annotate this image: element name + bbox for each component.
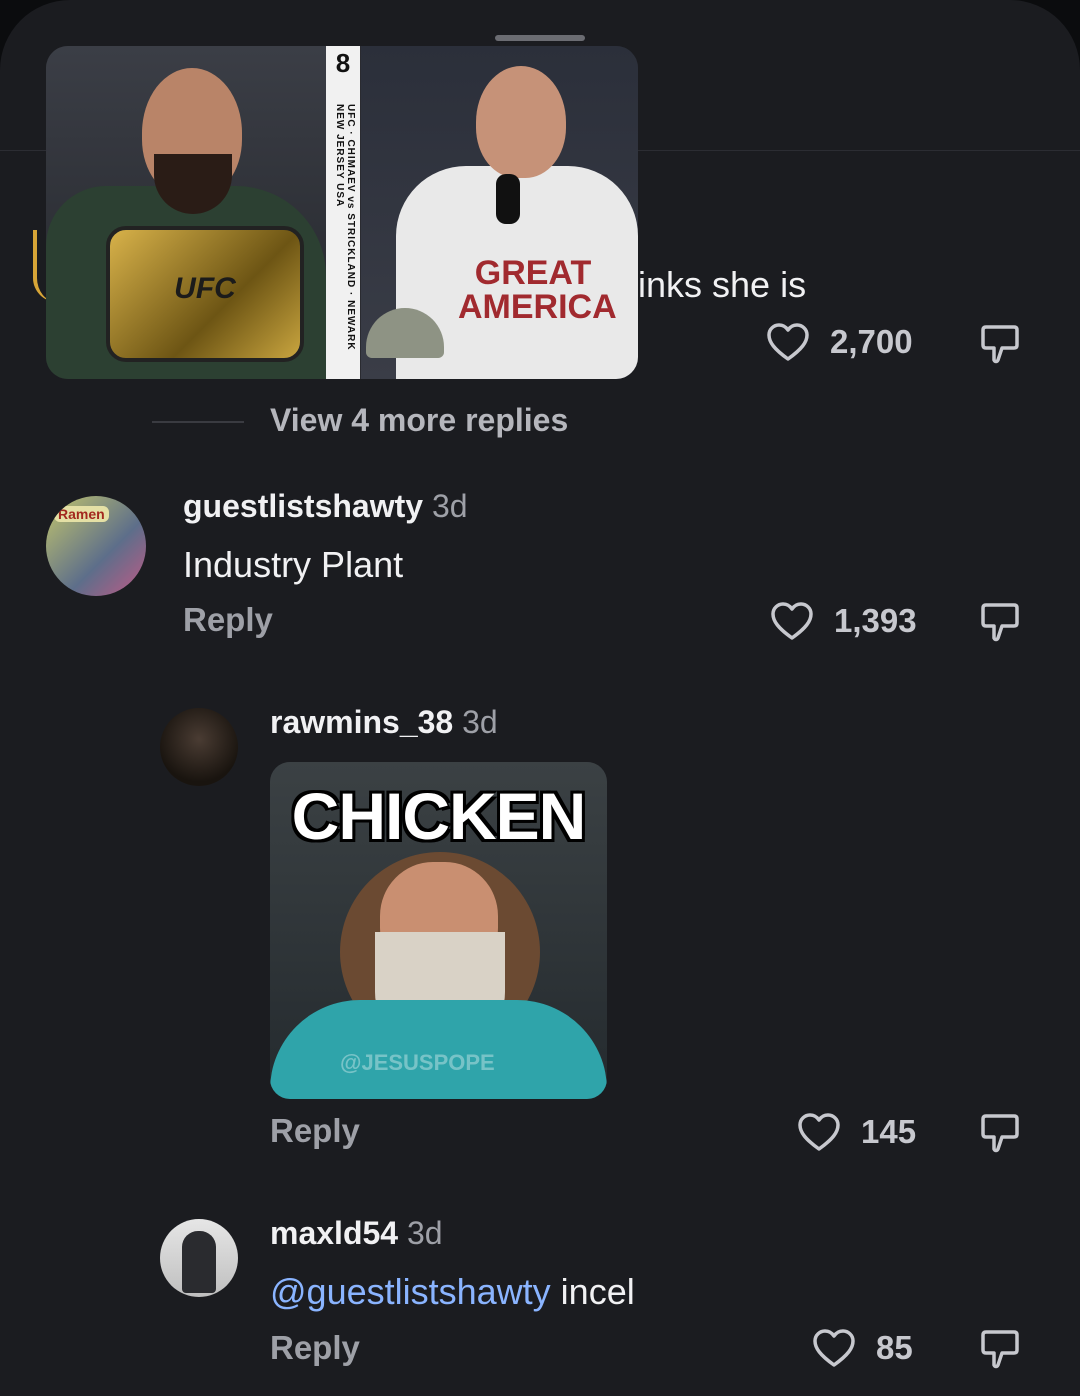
comments-sheet: UFC 8 UFC · CHIMAEV vs STRICKLAND · NEWA…: [0, 0, 1080, 1396]
timestamp: 3d: [406, 1215, 443, 1251]
shirt-print: GREAT AMERICA: [458, 254, 617, 326]
comment-text: Industry Plant: [183, 544, 404, 585]
comment-header: guestlistshawty 3d: [183, 488, 468, 525]
avatar-label: Ramen: [54, 506, 109, 522]
avatar-person: [182, 1231, 216, 1293]
thumbs-down-icon[interactable]: [980, 323, 1020, 365]
reply-button[interactable]: Reply: [270, 1112, 360, 1150]
like-count: 145: [861, 1113, 917, 1150]
gif-attachment[interactable]: CHICKEN @JESUSPOPE: [270, 762, 607, 1099]
truncated-comment-text: inks she is: [638, 264, 807, 305]
comment-body: incel: [560, 1271, 635, 1312]
view-more-replies-button[interactable]: View 4 more replies: [270, 402, 568, 439]
gif-watermark: @JESUSPOPE: [340, 1050, 495, 1075]
event-number: 8: [335, 48, 351, 78]
microphone: [496, 174, 520, 224]
heart-icon: [798, 1113, 840, 1151]
championship-belt: UFC: [106, 226, 304, 362]
like-count: 85: [876, 1329, 913, 1366]
replies-thread-line: [152, 421, 244, 423]
avatar[interactable]: Ramen: [46, 496, 146, 596]
reply-button[interactable]: Reply: [183, 601, 273, 639]
drag-handle[interactable]: [495, 35, 585, 41]
username[interactable]: maxld54: [270, 1215, 398, 1251]
avatar[interactable]: [160, 708, 238, 786]
thumbs-down-icon[interactable]: [980, 601, 1020, 643]
timestamp: 3d: [462, 704, 498, 740]
event-banner-text: UFC · CHIMAEV vs STRICKLAND · NEWARK NEW…: [334, 104, 356, 351]
heart-icon: [771, 602, 813, 640]
mention-link[interactable]: @guestlistshawty: [270, 1271, 551, 1312]
gif-caption: CHICKEN: [291, 779, 587, 853]
heart-icon: [767, 323, 809, 361]
like-count: 2,700: [830, 323, 913, 360]
reply-button[interactable]: Reply: [270, 1329, 360, 1367]
like-button[interactable]: 2,700: [766, 322, 913, 362]
event-banner-strip: 8 UFC · CHIMAEV vs STRICKLAND · NEWARK N…: [326, 46, 360, 379]
like-button[interactable]: 85: [812, 1328, 913, 1368]
thumbs-down-icon[interactable]: [980, 1112, 1020, 1154]
comment-header: maxld54 3d: [270, 1215, 443, 1252]
like-button[interactable]: 145: [797, 1112, 916, 1152]
username[interactable]: rawmins_38: [270, 704, 453, 740]
comment-header: rawmins_38 3d: [270, 704, 498, 741]
like-button[interactable]: 1,393: [770, 601, 917, 641]
fighter-right-head: [476, 66, 566, 178]
heart-icon: [813, 1329, 855, 1367]
avatar[interactable]: [160, 1219, 238, 1297]
comment-text: @guestlistshawty incel: [270, 1271, 635, 1313]
thumbs-down-icon[interactable]: [980, 1328, 1020, 1370]
username[interactable]: guestlistshawty: [183, 488, 423, 524]
timestamp: 3d: [431, 488, 468, 524]
belt-label: UFC: [174, 272, 236, 305]
like-count: 1,393: [834, 602, 917, 639]
comment-image-press-conference[interactable]: UFC 8 UFC · CHIMAEV vs STRICKLAND · NEWA…: [46, 46, 638, 379]
